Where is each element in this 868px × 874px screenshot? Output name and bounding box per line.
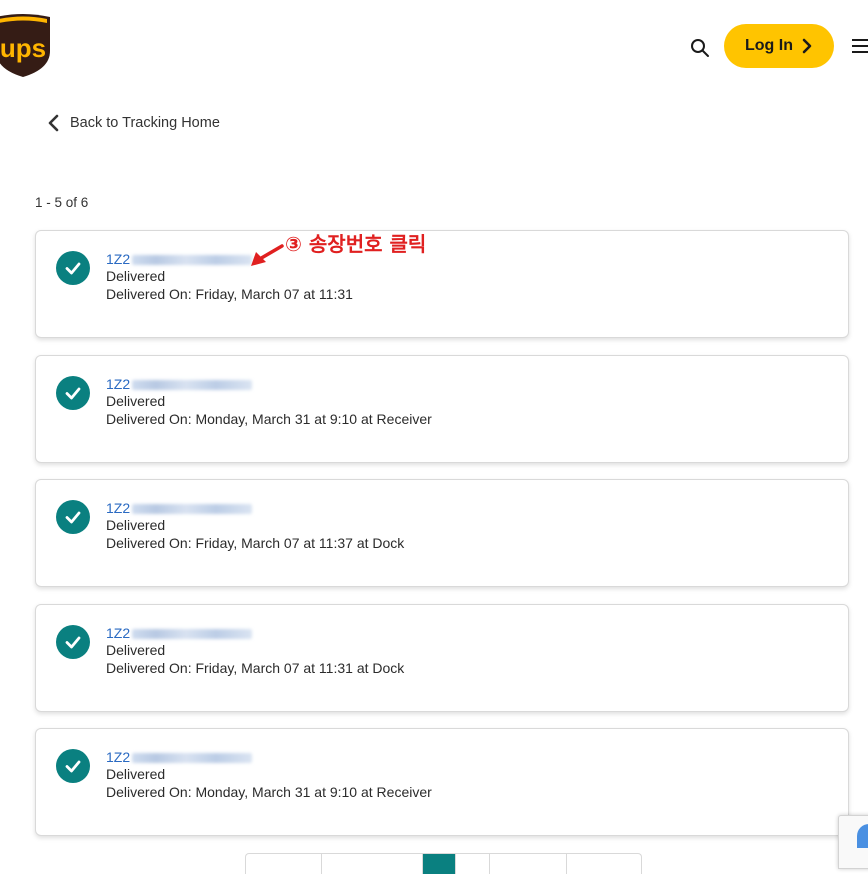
shipment-card[interactable]: 1Z2 Delivered Delivered On: Friday, March … [35,604,849,712]
tracking-number-link[interactable]: 1Z2 [106,376,432,393]
shipment-status: Delivered [106,517,166,533]
tracking-number-prefix: 1Z2 [106,624,131,641]
tracking-number-redacted [132,752,253,763]
shipment-status: Delivered [106,268,166,284]
tracking-number-redacted [132,379,253,390]
delivered-check-icon [56,376,90,410]
search-icon[interactable] [688,36,712,60]
tracking-number-prefix: 1Z2 [106,375,131,392]
delivery-detail: Delivered On: Monday, March 31 at 9:10 a… [106,783,432,800]
delivery-detail: Delivered On: Friday, March 07 at 11:31 … [106,659,405,676]
back-to-tracking-home-link[interactable]: Back to Tracking Home [46,113,220,133]
pagination-next[interactable] [567,854,641,874]
annotation-label: ③ 송장번호 클릭 [285,232,427,256]
pagination-previous[interactable] [246,854,323,874]
tracking-number-redacted [132,254,253,265]
pagination-last[interactable] [490,854,567,874]
login-button[interactable]: Log In [724,24,834,68]
pagination-page-current[interactable] [422,854,457,874]
shipment-card[interactable]: 1Z2 Delivered Delivered On: Friday, March … [35,479,849,587]
pagination-page[interactable] [456,854,491,874]
chevron-right-icon [802,38,812,54]
login-label: Log In [745,37,793,54]
results-count: 1 - 5 of 6 [35,195,89,210]
ups-logo[interactable]: ups [0,13,54,79]
recaptcha-badge[interactable] [838,815,868,869]
delivery-detail: Delivered On: Friday, March 07 at 11:37 … [106,534,405,551]
tracking-number-link[interactable]: 1Z2 [106,625,404,642]
hamburger-menu-icon[interactable] [852,38,868,54]
pagination-first[interactable] [322,854,423,874]
shipment-status: Delivered [106,766,166,782]
delivery-detail: Delivered On: Friday, March 07 at 11:31 [106,285,353,302]
delivery-detail: Delivered On: Monday, March 31 at 9:10 a… [106,410,432,427]
annotation-arrow-icon [251,244,284,266]
shipment-card[interactable]: 1Z2 Delivered Delivered On: Friday, March … [35,230,849,338]
shipment-card[interactable]: 1Z2 Delivered Delivered On: Monday, March … [35,355,849,463]
recaptcha-icon [857,824,868,848]
delivered-check-icon [56,625,90,659]
svg-text:ups: ups [0,33,46,63]
tracking-number-link[interactable]: 1Z2 [106,749,432,766]
delivered-check-icon [56,500,90,534]
pagination [245,853,642,874]
tracking-number-prefix: 1Z2 [106,250,131,267]
delivered-check-icon [56,251,90,285]
delivered-check-icon [56,749,90,783]
tracking-number-redacted [132,628,253,639]
shipment-status: Delivered [106,393,166,409]
tracking-number-prefix: 1Z2 [106,748,131,765]
back-link-label: Back to Tracking Home [70,115,220,131]
tracking-number-link[interactable]: 1Z2 [106,500,404,517]
shipment-card[interactable]: 1Z2 Delivered Delivered On: Monday, March … [35,728,849,836]
chevron-left-icon [48,114,59,132]
shipment-status: Delivered [106,642,166,658]
tracking-number-prefix: 1Z2 [106,499,131,516]
tracking-number-redacted [132,503,253,514]
